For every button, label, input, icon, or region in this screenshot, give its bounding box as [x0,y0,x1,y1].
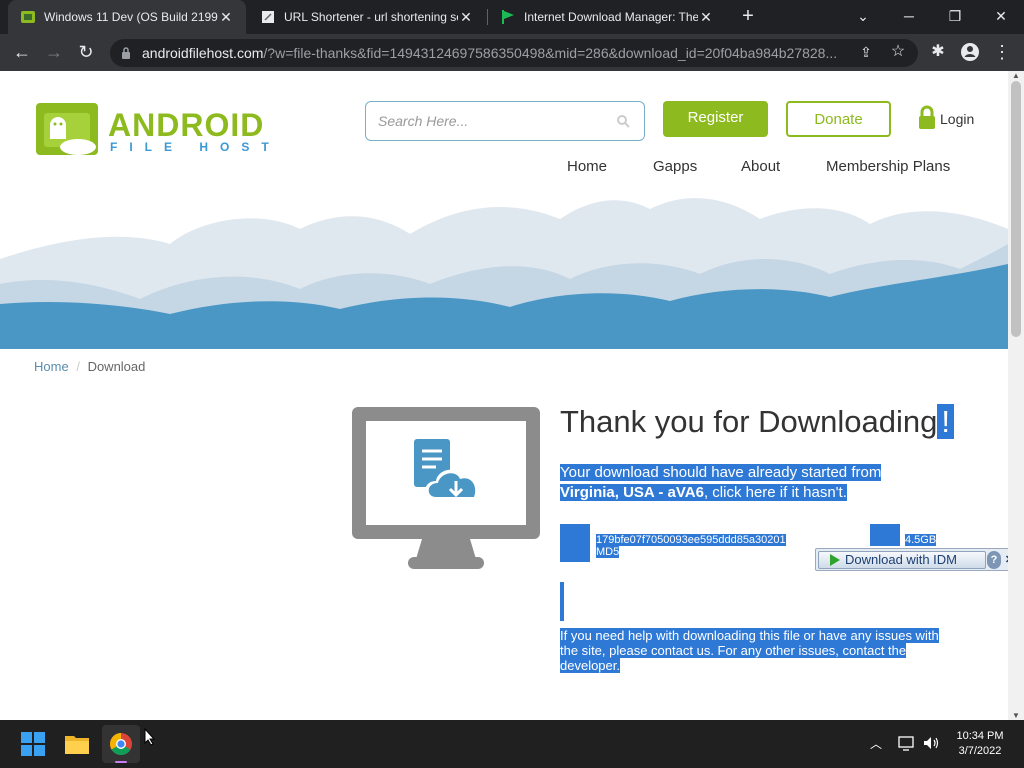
download-location: Virginia, USA - aVA6 [560,484,704,501]
lock-icon [120,39,132,67]
profile-avatar-icon[interactable] [954,34,986,71]
green-flag-icon [500,9,516,25]
close-tab-icon[interactable]: ✕ [698,9,714,26]
scroll-down-icon[interactable]: ▼ [1012,711,1020,720]
new-tab-button[interactable]: + [736,4,760,30]
md5-label: MD5 [596,546,620,558]
site-logo[interactable]: ANDROID FILE HOST [34,99,294,159]
restore-icon[interactable]: ❐ [932,0,978,34]
breadcrumb-current: Download [87,359,146,374]
download-monitor-icon [352,407,540,569]
toolbar: ← → ↻ androidfilehost.com/?w=file-thanks… [0,34,1024,71]
android-filehost-icon [20,9,36,25]
web-page: ANDROID FILE HOST Search Here... Registe… [0,71,1008,720]
selection-highlight [560,582,564,621]
idm-download-button[interactable]: Download with IDM [818,551,986,569]
reload-icon[interactable]: ↻ [70,34,102,71]
idm-download-panel: Download with IDM ? ✕ [815,548,1008,571]
volume-icon[interactable] [922,734,940,757]
lock-icon [918,104,936,135]
scrollbar-thumb[interactable] [1011,81,1021,337]
download-message: Your download should have already starte… [560,464,882,501]
page-scrollbar[interactable]: ▲ ▼ [1008,71,1024,720]
file-size: 4.5GB [905,534,937,546]
back-icon[interactable]: ← [6,34,38,71]
extensions-puzzle-icon[interactable]: ✱ [922,34,954,71]
android-logo-icon [36,103,98,155]
network-icon[interactable] [898,734,916,757]
login-link[interactable]: Login [918,105,974,133]
close-tab-icon[interactable]: ✕ [458,9,474,26]
share-icon[interactable]: ⇪ [850,34,882,71]
nav-membership-plans[interactable]: Membership Plans [826,158,950,175]
tab-search-chevron-icon[interactable]: ⌄ [840,0,886,34]
address-bar[interactable]: androidfilehost.com/?w=file-thanks&fid=1… [110,39,918,67]
click-here-link[interactable]: , click here if it hasn't. [703,484,847,501]
bookmark-star-icon[interactable]: ☆ [882,34,914,71]
show-hidden-icons-chevron-icon[interactable]: ︿ [870,735,882,752]
nav-gapps[interactable]: Gapps [653,158,697,175]
tab-url-shortener[interactable]: URL Shortener - url shortening se ✕ [248,0,486,34]
md5-icon [560,524,590,562]
clock-time: 10:34 PM [956,730,1004,742]
logo-subtext: FILE HOST [110,140,281,154]
register-button[interactable]: Register [663,101,768,137]
chrome-icon[interactable] [102,725,140,763]
tab-windows11[interactable]: Windows 11 Dev (OS Build 2199 ✕ [8,0,246,34]
taskbar: ︿ [0,720,1024,768]
close-tab-icon[interactable]: ✕ [218,9,234,26]
page-title: Thank you for Downloading! [560,404,955,440]
scroll-up-icon[interactable]: ▲ [1012,71,1020,80]
play-arrow-icon [829,554,841,570]
md5-value: 179bfe07f7050093ee595ddd85a30201 [596,534,786,546]
idm-help-icon[interactable]: ? [987,551,1001,569]
system-clock[interactable]: 10:34 PM 3/7/2022 [948,729,1012,759]
file-explorer-icon[interactable] [58,725,96,766]
help-text: If you need help with downloading this f… [560,628,939,673]
close-window-icon[interactable]: ✕ [978,0,1024,34]
donate-button[interactable]: Donate [786,101,891,137]
clock-date: 3/7/2022 [958,745,1002,757]
windows-start-icon[interactable] [14,725,52,763]
url-path: /?w=file-thanks&fid=14943124697586350498… [263,45,838,61]
cloud-banner [0,189,1008,349]
tab-strip: Windows 11 Dev (OS Build 2199 ✕ URL Shor… [0,0,1024,34]
search-input[interactable]: Search Here... [365,101,645,141]
breadcrumb-home[interactable]: Home [34,359,69,374]
page-icon [260,9,276,25]
md5-info: 179bfe07f7050093ee595ddd85a30201 MD5 [596,534,786,558]
mouse-cursor-icon [144,727,156,751]
url-host: androidfilehost.com [142,45,264,61]
kebab-menu-icon[interactable]: ⋮ [986,34,1018,71]
nav-about[interactable]: About [741,158,780,175]
file-size-icon [870,524,900,546]
nav-home[interactable]: Home [567,158,607,175]
breadcrumb: Home / Download [34,359,146,374]
minimize-icon[interactable]: ─ [886,0,932,34]
logo-text: ANDROID [108,107,265,143]
tab-idm[interactable]: Internet Download Manager: The ✕ [488,0,726,34]
forward-icon[interactable]: → [38,34,70,71]
search-icon[interactable] [616,102,630,154]
